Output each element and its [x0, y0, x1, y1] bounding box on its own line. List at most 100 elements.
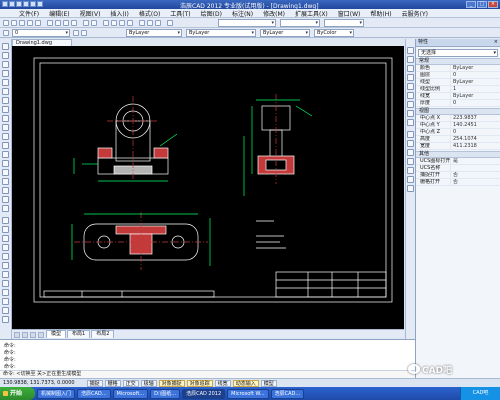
zoom-realtime-icon[interactable]: [111, 20, 117, 26]
menu-format[interactable]: 格式(O): [134, 9, 165, 18]
stretch-tool-icon[interactable]: [2, 289, 9, 296]
osnap-endpoint-icon[interactable]: [407, 47, 414, 54]
save-icon[interactable]: [19, 20, 25, 26]
command-input[interactable]: 命令: <切换至 关>正在重生成模型: [0, 370, 415, 378]
osnap-midpoint-icon[interactable]: [407, 56, 414, 63]
array-tool-icon[interactable]: [2, 253, 9, 260]
group-misc[interactable]: 其他: [416, 151, 500, 158]
otrack-toggle[interactable]: 对象追踪: [186, 379, 213, 387]
tab-first-icon[interactable]: [14, 332, 20, 338]
menu-cloud[interactable]: 云服务(Y): [397, 9, 433, 18]
dim-linear-icon[interactable]: [407, 131, 414, 138]
leader-icon[interactable]: [407, 176, 414, 183]
mtext-tool-icon[interactable]: [2, 205, 9, 212]
print-preview-icon[interactable]: [35, 20, 41, 26]
taskbar-item[interactable]: 机械制图入门: [37, 388, 76, 399]
minimize-button[interactable]: _: [466, 1, 476, 8]
properties-icon[interactable]: [139, 20, 145, 26]
hatch-tool-icon[interactable]: [2, 169, 9, 176]
taskbar-item[interactable]: Microsoft W...: [227, 388, 269, 399]
insert-block-icon[interactable]: [2, 142, 9, 149]
drawing-canvas[interactable]: [12, 46, 404, 329]
osnap-quadrant-icon[interactable]: [407, 83, 414, 90]
lineweight-combo[interactable]: ByLayer: [260, 29, 310, 37]
osnap-center-icon[interactable]: [407, 74, 414, 81]
polyline-tool-icon[interactable]: [2, 61, 9, 68]
xline-tool-icon[interactable]: [2, 52, 9, 59]
layer-manager-icon[interactable]: [3, 30, 9, 36]
snap-toggle[interactable]: 捕捉: [86, 379, 103, 387]
gradient-tool-icon[interactable]: [2, 178, 9, 185]
rectangle-tool-icon[interactable]: [2, 79, 9, 86]
dimstyle-combo[interactable]: [280, 19, 320, 27]
save-file-icon[interactable]: [23, 1, 29, 7]
ellipse-tool-icon[interactable]: [2, 124, 9, 131]
table-tool-icon[interactable]: [2, 196, 9, 203]
workspace-combo[interactable]: [218, 19, 276, 27]
arc-tool-icon[interactable]: [2, 88, 9, 95]
extend-tool-icon[interactable]: [2, 307, 9, 314]
pan-icon[interactable]: [103, 20, 109, 26]
help-icon[interactable]: [167, 20, 173, 26]
osnap-perpendicular-icon[interactable]: [407, 101, 414, 108]
menu-window[interactable]: 窗口(W): [333, 9, 366, 18]
menu-view[interactable]: 视图(V): [75, 9, 106, 18]
line-tool-icon[interactable]: [2, 43, 9, 50]
model-toggle[interactable]: 模型: [260, 379, 277, 387]
tab-last-icon[interactable]: [38, 332, 44, 338]
redo-icon[interactable]: [37, 1, 43, 7]
tab-prev-icon[interactable]: [22, 332, 28, 338]
spline-tool-icon[interactable]: [2, 115, 9, 122]
copy-tool-icon[interactable]: [2, 226, 9, 233]
osnap-none-icon[interactable]: [407, 119, 414, 126]
taskbar-item[interactable]: 浩辰CAD...: [77, 388, 111, 399]
dyn-input-toggle[interactable]: 动态输入: [232, 379, 259, 387]
system-tray[interactable]: CAD吧: [460, 387, 500, 400]
start-button[interactable]: 开始: [0, 387, 35, 400]
layer-previous-icon[interactable]: [81, 30, 87, 36]
menu-draw[interactable]: 绘图(D): [196, 9, 227, 18]
trim-tool-icon[interactable]: [2, 298, 9, 305]
ortho-toggle[interactable]: 正交: [122, 379, 139, 387]
grid-toggle[interactable]: 栅格: [104, 379, 121, 387]
circle-tool-icon[interactable]: [2, 97, 9, 104]
selection-combo[interactable]: 无选择: [418, 49, 498, 57]
move-tool-icon[interactable]: [2, 262, 9, 269]
make-current-layer-icon[interactable]: [73, 30, 79, 36]
taskbar-item-active[interactable]: 浩辰CAD 2012: [182, 388, 226, 399]
tab-model[interactable]: 模型: [46, 330, 67, 338]
dim-angular-icon[interactable]: [407, 167, 414, 174]
undo-tool-icon[interactable]: [83, 20, 89, 26]
taskbar-item[interactable]: Microsoft...: [112, 388, 149, 399]
point-tool-icon[interactable]: [2, 160, 9, 167]
redo-tool-icon[interactable]: [91, 20, 97, 26]
dim-aligned-icon[interactable]: [407, 140, 414, 147]
new-file-icon[interactable]: [9, 1, 15, 7]
layer-combo[interactable]: 0: [12, 29, 70, 37]
tab-next-icon[interactable]: [30, 332, 36, 338]
linetype-combo[interactable]: ByLayer: [186, 29, 256, 37]
scale-tool-icon[interactable]: [2, 280, 9, 287]
maximize-button[interactable]: □: [477, 1, 487, 8]
cut-icon[interactable]: [47, 20, 53, 26]
design-center-icon[interactable]: [147, 20, 153, 26]
menu-help[interactable]: 帮助(H): [365, 9, 396, 18]
zoom-window-icon[interactable]: [119, 20, 125, 26]
menu-file[interactable]: 文件(F): [14, 9, 44, 18]
new-icon[interactable]: [3, 20, 9, 26]
menu-express[interactable]: 扩展工具(X): [290, 9, 333, 18]
menu-modify[interactable]: 修改(M): [258, 9, 290, 18]
document-tab[interactable]: Drawing1.dwg: [12, 39, 72, 46]
plotstyle-combo[interactable]: ByColor: [314, 29, 354, 37]
menu-edit[interactable]: 编辑(E): [44, 9, 74, 18]
osnap-nearest-icon[interactable]: [407, 110, 414, 117]
textstyle-combo[interactable]: [324, 19, 364, 27]
menu-dimension[interactable]: 标注(N): [227, 9, 258, 18]
undo-icon[interactable]: [30, 1, 36, 7]
color-combo[interactable]: ByLayer: [126, 29, 182, 37]
menu-insert[interactable]: 插入(I): [105, 9, 133, 18]
osnap-tangent-icon[interactable]: [407, 92, 414, 99]
region-tool-icon[interactable]: [2, 187, 9, 194]
close-panel-icon[interactable]: ×: [494, 39, 498, 46]
zoom-previous-icon[interactable]: [127, 20, 133, 26]
